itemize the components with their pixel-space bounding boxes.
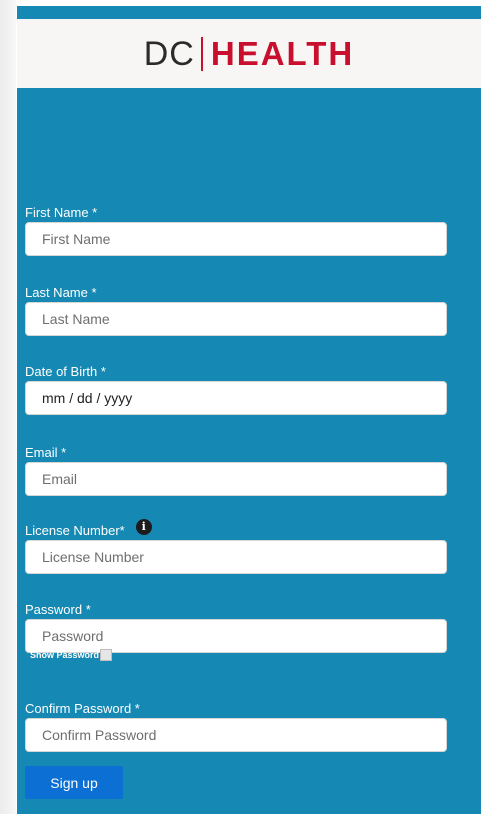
logo-health-text: HEALTH (210, 35, 355, 72)
confirm-password-field: Confirm Password * (25, 701, 447, 752)
logo-divider (200, 36, 203, 71)
card-top-strip (17, 6, 481, 19)
last-name-field: Last Name * (25, 285, 447, 336)
show-password-checkbox[interactable] (100, 649, 113, 661)
first-name-input[interactable] (25, 222, 447, 256)
dob-label: Date of Birth * (25, 364, 106, 379)
sign-up-button[interactable]: Sign up (25, 766, 123, 799)
license-number-field: License Number* i (25, 519, 447, 574)
left-edge (0, 0, 16, 814)
page: DC HEALTH First Name * Last Name * Date … (0, 0, 483, 814)
first-name-label: First Name * (25, 205, 98, 220)
show-password-label: Show Password (30, 650, 100, 660)
license-number-label-row: License Number* i (25, 519, 447, 539)
show-password-toggle[interactable]: Show Password (30, 649, 113, 661)
confirm-password-label: Confirm Password * (25, 701, 140, 716)
dob-format-text: mm / dd / yyyy (42, 390, 133, 406)
license-number-label: License Number* (25, 523, 125, 538)
header: DC HEALTH (17, 19, 481, 88)
email-input[interactable] (25, 462, 447, 496)
dob-field: Date of Birth * mm / dd / yyyy (25, 364, 447, 415)
last-name-input[interactable] (25, 302, 447, 336)
password-input[interactable] (25, 619, 447, 653)
password-label: Password * (25, 602, 91, 617)
license-number-input[interactable] (25, 540, 447, 574)
logo-dc-text: DC (143, 34, 195, 73)
confirm-password-input[interactable] (25, 718, 447, 752)
dc-health-logo: DC HEALTH (144, 34, 354, 74)
last-name-label: Last Name * (25, 285, 97, 300)
email-field: Email * (25, 445, 447, 496)
first-name-field: First Name * (25, 205, 447, 256)
dob-input[interactable]: mm / dd / yyyy (25, 381, 447, 415)
info-icon[interactable]: i (135, 519, 152, 535)
password-field: Password * (25, 602, 447, 653)
email-label: Email * (25, 445, 67, 460)
